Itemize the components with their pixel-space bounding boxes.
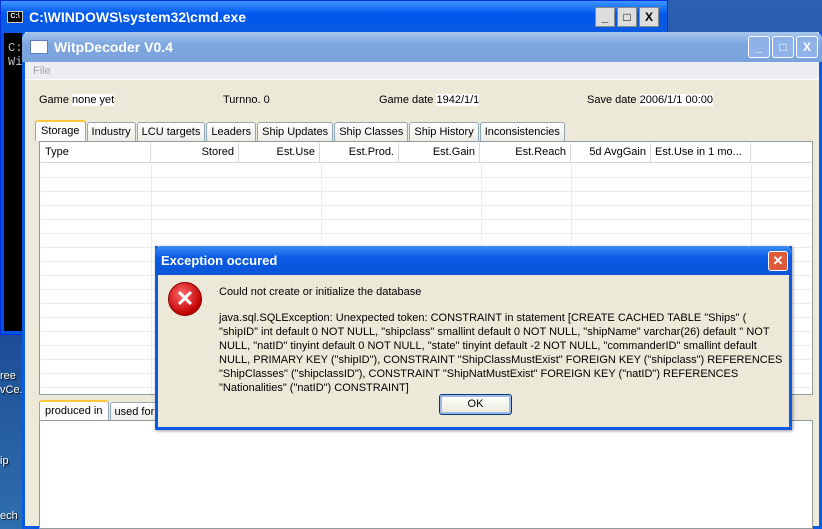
game-label: Game <box>39 94 69 106</box>
col-type[interactable]: Type <box>41 143 151 162</box>
close-button[interactable]: X <box>796 36 818 58</box>
dialog-title: Exception occured <box>161 253 278 268</box>
game-date-value: 1942/1/1 <box>436 94 480 106</box>
dialog-title-bar[interactable]: Exception occured ✕ <box>155 246 792 275</box>
minimize-button[interactable]: _ <box>748 36 770 58</box>
game-value: none yet <box>72 94 115 106</box>
game-date-info: Game date 1942/1/1 <box>379 94 480 106</box>
app-title-bar[interactable]: WitpDecoder V0.4 _ □ X <box>22 32 822 62</box>
col-est-use-1mo[interactable]: Est.Use in 1 mo... <box>651 143 751 162</box>
col-est-prod[interactable]: Est.Prod. <box>320 143 399 162</box>
error-message: Could not create or initialize the datab… <box>219 286 422 298</box>
tab-leaders[interactable]: Leaders <box>206 122 257 141</box>
game-info: Game none yet <box>39 94 115 106</box>
col-5d-avg-gain[interactable]: 5d AvgGain <box>571 143 651 162</box>
close-button[interactable]: X <box>639 7 659 27</box>
tab-used-for[interactable]: used for <box>109 402 160 421</box>
menu-bar: File <box>25 62 819 80</box>
tab-lcu-targets[interactable]: LCU targets <box>136 122 206 141</box>
desktop-icon-label[interactable]: ip <box>0 455 9 467</box>
exception-dialog: Exception occured ✕ ✕ Could not create o… <box>155 246 792 430</box>
tab-ship-classes[interactable]: Ship Classes <box>334 122 409 141</box>
cmd-title: C:\WINDOWS\system32\cmd.exe <box>29 9 247 25</box>
maximize-button[interactable]: □ <box>772 36 794 58</box>
menu-file[interactable]: File <box>33 65 51 77</box>
tab-produced-in[interactable]: produced in <box>39 400 109 421</box>
tab-ship-updates[interactable]: Ship Updates <box>257 122 334 141</box>
turn-value: 0 <box>263 94 270 106</box>
desktop-icon-label[interactable]: ech <box>0 510 18 522</box>
tab-industry[interactable]: Industry <box>86 122 136 141</box>
cmd-title-bar[interactable]: C:\ C:\WINDOWS\system32\cmd.exe _ □ X <box>1 1 667 33</box>
col-stored[interactable]: Stored <box>151 143 239 162</box>
error-detail: java.sql.SQLException: Unexpected token:… <box>219 312 783 394</box>
error-icon: ✕ <box>168 282 202 316</box>
col-est-use[interactable]: Est.Use <box>239 143 320 162</box>
col-est-reach[interactable]: Est.Reach <box>480 143 571 162</box>
tab-storage[interactable]: Storage <box>35 120 86 141</box>
table-header: Type Stored Est.Use Est.Prod. Est.Gain E… <box>41 143 811 163</box>
save-date-label: Save date <box>587 94 637 106</box>
minimize-button[interactable]: _ <box>595 7 615 27</box>
dialog-close-button[interactable]: ✕ <box>768 250 788 271</box>
desktop-icon-label[interactable]: ree <box>0 370 16 382</box>
cmd-icon: C:\ <box>7 11 23 23</box>
bottom-tabs: produced in used for <box>39 400 160 421</box>
game-date-label: Game date <box>379 94 434 106</box>
app-icon <box>30 40 48 54</box>
ok-button[interactable]: OK <box>439 394 512 415</box>
main-tabs: Storage Industry LCU targets Leaders Shi… <box>35 120 566 141</box>
app-title: WitpDecoder V0.4 <box>54 39 173 55</box>
bottom-panel <box>39 420 813 529</box>
save-date-value: 2006/1/1 00:00 <box>639 94 714 106</box>
save-date-info: Save date 2006/1/1 00:00 <box>587 94 714 106</box>
tab-ship-history[interactable]: Ship History <box>409 122 479 141</box>
turn-info: Turnno. 0 <box>223 94 270 106</box>
maximize-button[interactable]: □ <box>617 7 637 27</box>
col-est-gain[interactable]: Est.Gain <box>399 143 480 162</box>
turn-label: Turnno. <box>223 94 261 106</box>
tab-inconsistencies[interactable]: Inconsistencies <box>479 122 565 141</box>
